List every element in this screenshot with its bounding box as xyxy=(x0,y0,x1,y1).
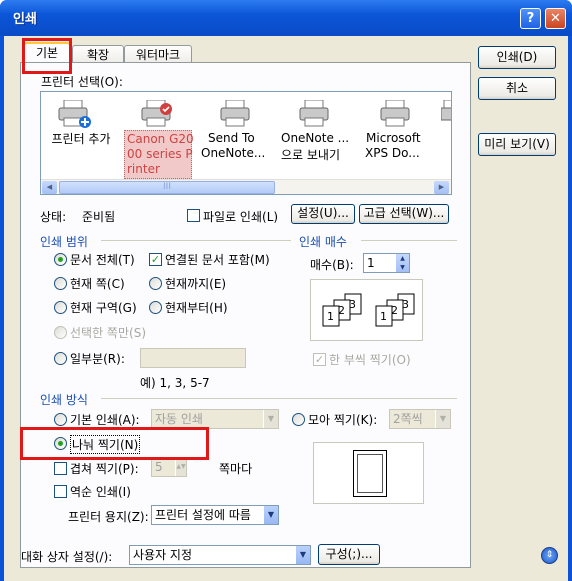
add-printer-icon xyxy=(56,99,92,130)
printer-item-canon[interactable]: Canon G20 00 series P rinter xyxy=(124,130,194,179)
range-current-section-label: 현재 구역(G) xyxy=(70,301,137,315)
printer-item-sendto-onenote[interactable]: Send To OneNote... xyxy=(199,130,273,164)
page-preview xyxy=(313,442,424,504)
reverse-print-checkbox[interactable] xyxy=(54,485,67,498)
printer-icon xyxy=(441,100,451,130)
collect-print-radio[interactable] xyxy=(292,413,305,426)
basic-tab-panel: 프린터 선택(O): 프린터 추가 Canon G20 00 series P … xyxy=(20,62,471,568)
group-divider xyxy=(101,398,457,399)
svg-text:1: 1 xyxy=(380,310,387,323)
spinner-icon: ▲▼ xyxy=(175,458,186,476)
window-title: 인쇄 xyxy=(13,12,37,27)
copies-input[interactable]: 1 ▲ ▼ xyxy=(363,253,410,273)
group-divider xyxy=(101,240,291,241)
chevron-down-icon: ▼ xyxy=(263,506,278,524)
preview-button[interactable]: 미리 보기(V) xyxy=(478,133,556,156)
settings-button[interactable]: 설정(U)... xyxy=(291,204,355,224)
basic-print-radio[interactable] xyxy=(54,413,67,426)
scroll-left-arrow-icon[interactable]: ◀ xyxy=(42,181,57,194)
range-selected-label: 선택한 쪽만(S) xyxy=(70,326,146,340)
print-dialog: 인쇄 ? ✕ 기본 확장 워터마크 프린터 선택(O): 프린터 추가 Cano… xyxy=(0,0,572,581)
paper-label: 프린터 용지(Z): xyxy=(68,510,149,524)
collate-pages-icon: 3 2 1 3 2 1 xyxy=(322,293,415,327)
printer-icon xyxy=(297,99,333,130)
svg-text:1: 1 xyxy=(327,310,334,323)
scroll-right-arrow-icon[interactable]: ▶ xyxy=(434,181,449,194)
expand-icon[interactable]: ⇕ xyxy=(541,547,558,564)
repeat-unit-label: 쪽마다 xyxy=(219,462,253,476)
copies-label: 매수(B): xyxy=(310,258,354,272)
paper-select[interactable]: 프린터 설정에 따름 ▼ xyxy=(151,505,279,525)
print-range-group: 인쇄 범위 xyxy=(40,233,91,250)
collect-print-select[interactable]: 2쪽씩 ▼ xyxy=(389,409,451,429)
title-bar[interactable]: 인쇄 ? ✕ xyxy=(0,0,572,36)
help-button[interactable]: ? xyxy=(520,8,541,29)
close-button[interactable]: ✕ xyxy=(545,8,566,29)
copies-spinner-icon[interactable]: ▲ ▼ xyxy=(396,254,409,272)
copies-group: 인쇄 매수 xyxy=(299,233,350,250)
printer-select-label: 프린터 선택(O): xyxy=(41,75,123,89)
collate-checkbox[interactable]: ✓ xyxy=(313,353,326,366)
dialog-settings-select[interactable]: 사용자 지정 ▼ xyxy=(129,545,311,565)
range-from-current-radio[interactable] xyxy=(149,301,162,314)
range-current-page-label: 현재 쪽(C) xyxy=(70,277,125,291)
print-to-file-checkbox[interactable] xyxy=(187,209,200,222)
basic-print-label: 기본 인쇄(A): xyxy=(70,413,140,427)
reverse-print-label: 역순 인쇄(I) xyxy=(70,485,131,499)
repeat-print-input[interactable]: 5 ▲▼ xyxy=(151,457,187,477)
printer-item-add[interactable]: 프린터 추가 xyxy=(45,132,117,147)
scroll-thumb[interactable]: III xyxy=(59,181,275,194)
collect-print-label: 모아 찍기(K): xyxy=(308,413,378,427)
range-all-label: 문서 전체(T) xyxy=(70,253,135,267)
printer-item-xps[interactable]: Microsoft XPS Do... xyxy=(363,130,433,164)
range-from-current-label: 현재부터(H) xyxy=(165,301,228,315)
print-to-file-label: 파일로 인쇄(L) xyxy=(203,210,279,224)
range-selected-radio[interactable] xyxy=(54,326,67,339)
config-button[interactable]: 구성(;)... xyxy=(318,544,380,565)
partial-range-input[interactable] xyxy=(140,348,246,368)
printer-icon xyxy=(378,99,414,130)
chevron-down-icon: ▼ xyxy=(263,410,278,428)
range-partial-radio[interactable] xyxy=(54,352,67,365)
include-linked-label: 연결된 문서 포함(M) xyxy=(165,253,270,267)
page-preview-sheet xyxy=(353,450,387,497)
printer-icon xyxy=(218,99,254,130)
range-current-section-radio[interactable] xyxy=(54,301,67,314)
status-label: 상태: xyxy=(40,210,67,224)
basic-print-select[interactable]: 자동 인쇄 ▼ xyxy=(151,409,279,429)
range-current-page-radio[interactable] xyxy=(54,277,67,290)
include-linked-checkbox[interactable]: ✓ xyxy=(149,253,162,266)
repeat-print-label: 겹쳐 찍기(P): xyxy=(70,462,139,476)
cancel-button[interactable]: 취소 xyxy=(478,77,556,100)
collate-preview: 3 2 1 3 2 1 xyxy=(310,279,423,341)
print-button[interactable]: 인쇄(D) xyxy=(478,46,556,69)
range-to-current-radio[interactable] xyxy=(149,277,162,290)
dialog-body: 기본 확장 워터마크 프린터 선택(O): 프린터 추가 Canon G20 0… xyxy=(4,36,568,581)
print-method-group: 인쇄 방식 xyxy=(40,391,91,408)
advanced-button[interactable]: 고급 선택(W)... xyxy=(359,204,449,224)
group-divider xyxy=(361,240,457,241)
range-to-current-label: 현재까지(E) xyxy=(165,277,227,291)
chevron-down-icon: ▼ xyxy=(295,546,310,564)
highlight-split-print xyxy=(20,427,209,460)
printer-list-scrollbar[interactable]: ◀ III ▶ xyxy=(41,179,451,194)
range-example-text: 예) 1, 3, 5-7 xyxy=(140,376,210,390)
chevron-down-icon: ▼ xyxy=(435,410,450,428)
range-all-radio[interactable] xyxy=(54,253,67,266)
repeat-print-checkbox[interactable] xyxy=(54,462,67,475)
printer-icon xyxy=(139,99,175,130)
collate-label: 한 부씩 찍기(O) xyxy=(329,353,411,367)
printer-list[interactable]: 프린터 추가 Canon G20 00 series P rinter Send… xyxy=(40,91,452,195)
range-partial-label: 일부분(R): xyxy=(70,352,125,366)
printer-item-onenote[interactable]: OneNote ... 으로 보내기 xyxy=(277,130,357,164)
status-value: 준비됨 xyxy=(82,210,116,224)
dialog-settings-label: 대화 상자 설정(/): xyxy=(21,550,113,564)
highlight-tab-basic xyxy=(22,38,72,74)
